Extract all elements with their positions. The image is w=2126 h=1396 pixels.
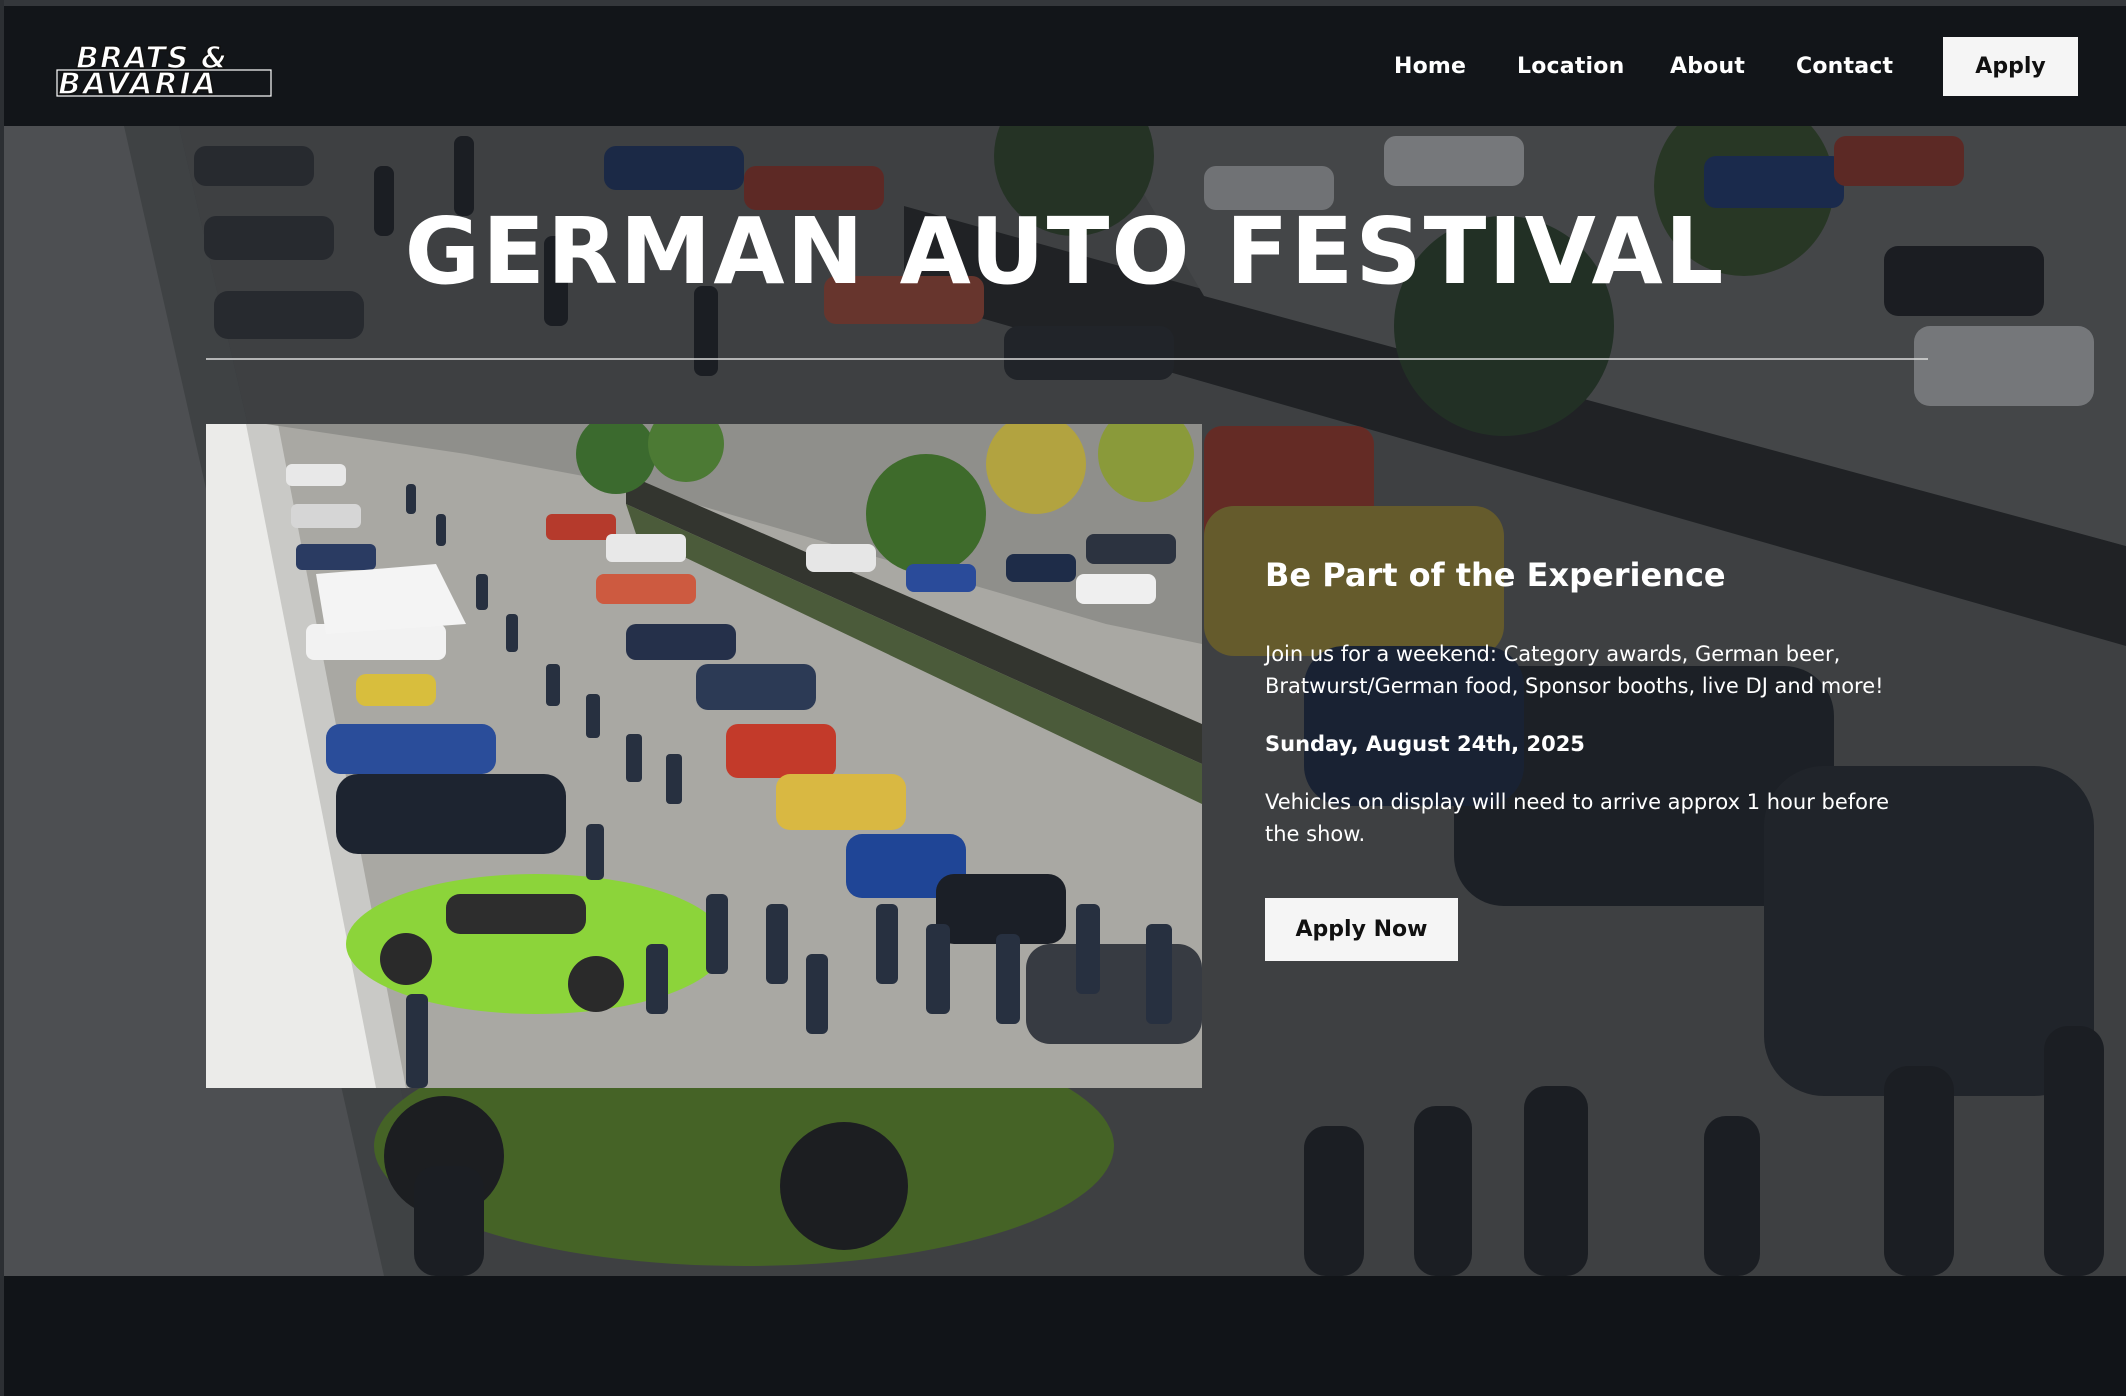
hero-section: GERMAN AUTO FESTIVAL Be Part of the Expe…: [4, 126, 2126, 1276]
brand-logo[interactable]: BRATS & BAVARIA: [56, 40, 274, 103]
event-description: Join us for a weekend: Category awards, …: [1265, 642, 1884, 698]
feature-photo: [206, 424, 1202, 1088]
event-info: Be Part of the Experience Join us for a …: [1265, 556, 1925, 961]
nav-location-link[interactable]: Location: [1517, 54, 1624, 79]
logo-line2: BAVARIA: [58, 67, 218, 98]
brand-logo-mark: BRATS & BAVARIA: [56, 40, 272, 103]
event-date: Sunday, August 24th, 2025: [1265, 732, 1585, 756]
page-bottom-band: [4, 1276, 2126, 1396]
hero-divider: [206, 358, 1928, 360]
apply-now-button[interactable]: Apply Now: [1265, 898, 1458, 961]
nav-home-link[interactable]: Home: [1394, 54, 1466, 79]
nav-apply-button[interactable]: Apply: [1943, 37, 2078, 96]
event-arrival-note: Vehicles on display will need to arrive …: [1265, 790, 1890, 846]
nav-about-link[interactable]: About: [1670, 54, 1745, 79]
page: BRATS & BAVARIA Home Location About Cont…: [0, 0, 2126, 1396]
hero-title: GERMAN AUTO FESTIVAL: [404, 198, 1726, 305]
event-heading: Be Part of the Experience: [1265, 556, 1726, 594]
nav-contact-link[interactable]: Contact: [1796, 54, 1893, 79]
car-show-photo: [206, 424, 1202, 1088]
navbar: BRATS & BAVARIA Home Location About Cont…: [4, 6, 2126, 126]
